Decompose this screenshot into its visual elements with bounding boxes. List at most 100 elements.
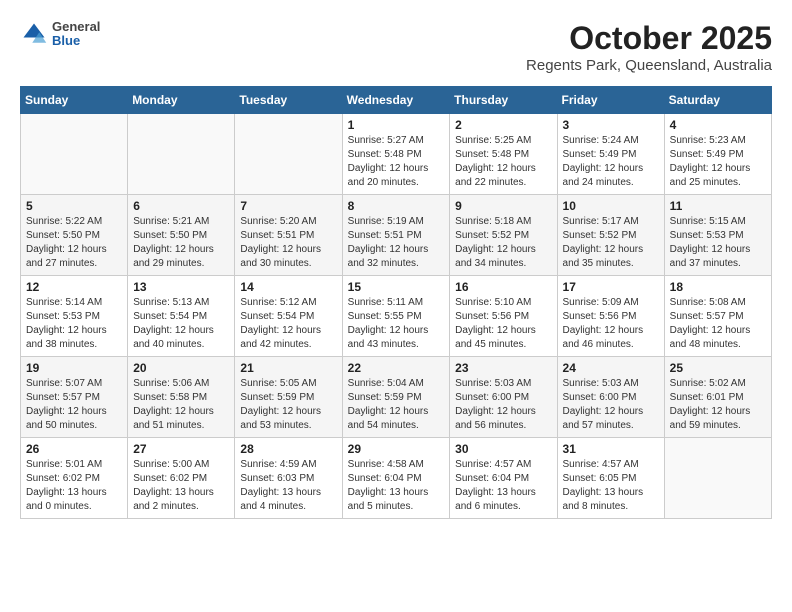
- day-info: Sunrise: 5:07 AM Sunset: 5:57 PM Dayligh…: [26, 377, 122, 433]
- calendar-title: October 2025: [526, 20, 772, 57]
- day-number: 26: [26, 442, 122, 456]
- calendar-week-4: 19 Sunrise: 5:07 AM Sunset: 5:57 PM Dayli…: [21, 357, 772, 438]
- day-info: Sunrise: 5:11 AM Sunset: 5:55 PM Dayligh…: [348, 296, 445, 352]
- calendar-cell: 22 Sunrise: 5:04 AM Sunset: 5:59 PM Dayli…: [342, 357, 450, 438]
- day-info: Sunrise: 5:05 AM Sunset: 5:59 PM Dayligh…: [240, 377, 336, 433]
- calendar-week-3: 12Sunrise: 5:14 AM Sunset: 5:53 PM Dayli…: [21, 276, 772, 357]
- day-number: 29: [348, 442, 445, 456]
- calendar-cell: 11Sunrise: 5:15 AM Sunset: 5:53 PM Dayli…: [664, 195, 771, 276]
- calendar-cell: 2 Sunrise: 5:25 AM Sunset: 5:48 PM Daylig…: [450, 114, 557, 195]
- day-number: 12: [26, 280, 122, 294]
- day-info: Sunrise: 5:10 AM Sunset: 5:56 PM Dayligh…: [455, 296, 551, 352]
- day-info: Sunrise: 5:04 AM Sunset: 5:59 PM Dayligh…: [348, 377, 445, 433]
- day-number: 7: [240, 199, 336, 213]
- calendar-cell: 1 Sunrise: 5:27 AM Sunset: 5:48 PM Daylig…: [342, 114, 450, 195]
- calendar-cell: 18 Sunrise: 5:08 AM Sunset: 5:57 PM Dayli…: [664, 276, 771, 357]
- day-number: 23: [455, 361, 551, 375]
- day-info: Sunrise: 5:09 AM Sunset: 5:56 PM Dayligh…: [563, 296, 659, 352]
- day-number: 15: [348, 280, 445, 294]
- day-info: Sunrise: 5:23 AM Sunset: 5:49 PM Dayligh…: [670, 134, 766, 190]
- day-number: 22: [348, 361, 445, 375]
- calendar-header-tuesday: Tuesday: [235, 87, 342, 114]
- calendar-cell: 26Sunrise: 5:01 AM Sunset: 6:02 PM Dayli…: [21, 438, 128, 519]
- calendar-table: SundayMondayTuesdayWednesdayThursdayFrid…: [20, 86, 772, 519]
- calendar-header-sunday: Sunday: [21, 87, 128, 114]
- day-number: 14: [240, 280, 336, 294]
- calendar-cell: 15 Sunrise: 5:11 AM Sunset: 5:55 PM Dayli…: [342, 276, 450, 357]
- day-number: 24: [563, 361, 659, 375]
- calendar-cell: 30 Sunrise: 4:57 AM Sunset: 6:04 PM Dayli…: [450, 438, 557, 519]
- day-info: Sunrise: 5:21 AM Sunset: 5:50 PM Dayligh…: [133, 215, 229, 271]
- day-info: Sunrise: 4:58 AM Sunset: 6:04 PM Dayligh…: [348, 458, 445, 514]
- calendar-header-row: SundayMondayTuesdayWednesdayThursdayFrid…: [21, 87, 772, 114]
- day-number: 18: [670, 280, 766, 294]
- day-info: Sunrise: 5:00 AM Sunset: 6:02 PM Dayligh…: [133, 458, 229, 514]
- calendar-cell: [235, 114, 342, 195]
- calendar-subtitle: Regents Park, Queensland, Australia: [526, 57, 772, 74]
- calendar-cell: [128, 114, 235, 195]
- calendar-cell: 29 Sunrise: 4:58 AM Sunset: 6:04 PM Dayli…: [342, 438, 450, 519]
- calendar-cell: 5Sunrise: 5:22 AM Sunset: 5:50 PM Daylig…: [21, 195, 128, 276]
- calendar-header-friday: Friday: [557, 87, 664, 114]
- day-number: 1: [348, 118, 445, 132]
- calendar-cell: 28Sunrise: 4:59 AM Sunset: 6:03 PM Dayli…: [235, 438, 342, 519]
- day-number: 3: [563, 118, 659, 132]
- day-info: Sunrise: 4:59 AM Sunset: 6:03 PM Dayligh…: [240, 458, 336, 514]
- day-number: 25: [670, 361, 766, 375]
- calendar-week-5: 26Sunrise: 5:01 AM Sunset: 6:02 PM Dayli…: [21, 438, 772, 519]
- calendar-cell: 27 Sunrise: 5:00 AM Sunset: 6:02 PM Dayli…: [128, 438, 235, 519]
- calendar-cell: [21, 114, 128, 195]
- day-number: 19: [26, 361, 122, 375]
- calendar-cell: 10Sunrise: 5:17 AM Sunset: 5:52 PM Dayli…: [557, 195, 664, 276]
- day-info: Sunrise: 5:18 AM Sunset: 5:52 PM Dayligh…: [455, 215, 551, 271]
- day-number: 4: [670, 118, 766, 132]
- day-number: 27: [133, 442, 229, 456]
- day-info: Sunrise: 4:57 AM Sunset: 6:05 PM Dayligh…: [563, 458, 659, 514]
- title-block: October 2025 Regents Park, Queensland, A…: [526, 20, 772, 74]
- logo-icon: [20, 20, 48, 48]
- calendar-cell: 24Sunrise: 5:03 AM Sunset: 6:00 PM Dayli…: [557, 357, 664, 438]
- day-number: 21: [240, 361, 336, 375]
- day-info: Sunrise: 5:17 AM Sunset: 5:52 PM Dayligh…: [563, 215, 659, 271]
- day-number: 2: [455, 118, 551, 132]
- day-number: 13: [133, 280, 229, 294]
- calendar-cell: 20 Sunrise: 5:06 AM Sunset: 5:58 PM Dayli…: [128, 357, 235, 438]
- logo: General Blue: [20, 20, 100, 49]
- day-number: 16: [455, 280, 551, 294]
- calendar-cell: 25Sunrise: 5:02 AM Sunset: 6:01 PM Dayli…: [664, 357, 771, 438]
- day-number: 17: [563, 280, 659, 294]
- calendar-cell: [664, 438, 771, 519]
- day-number: 30: [455, 442, 551, 456]
- calendar-cell: 12Sunrise: 5:14 AM Sunset: 5:53 PM Dayli…: [21, 276, 128, 357]
- day-info: Sunrise: 5:27 AM Sunset: 5:48 PM Dayligh…: [348, 134, 445, 190]
- calendar-cell: 7 Sunrise: 5:20 AM Sunset: 5:51 PM Daylig…: [235, 195, 342, 276]
- calendar-week-1: 1 Sunrise: 5:27 AM Sunset: 5:48 PM Daylig…: [21, 114, 772, 195]
- day-number: 20: [133, 361, 229, 375]
- logo-text: General Blue: [52, 20, 100, 49]
- calendar-header-saturday: Saturday: [664, 87, 771, 114]
- day-info: Sunrise: 5:15 AM Sunset: 5:53 PM Dayligh…: [670, 215, 766, 271]
- calendar-header-thursday: Thursday: [450, 87, 557, 114]
- day-info: Sunrise: 5:03 AM Sunset: 6:00 PM Dayligh…: [455, 377, 551, 433]
- day-info: Sunrise: 5:20 AM Sunset: 5:51 PM Dayligh…: [240, 215, 336, 271]
- day-info: Sunrise: 5:06 AM Sunset: 5:58 PM Dayligh…: [133, 377, 229, 433]
- logo-general-text: General: [52, 20, 100, 34]
- day-number: 31: [563, 442, 659, 456]
- day-number: 9: [455, 199, 551, 213]
- calendar-cell: 8Sunrise: 5:19 AM Sunset: 5:51 PM Daylig…: [342, 195, 450, 276]
- day-number: 5: [26, 199, 122, 213]
- calendar-cell: 21 Sunrise: 5:05 AM Sunset: 5:59 PM Dayli…: [235, 357, 342, 438]
- day-info: Sunrise: 5:08 AM Sunset: 5:57 PM Dayligh…: [670, 296, 766, 352]
- calendar-cell: 9 Sunrise: 5:18 AM Sunset: 5:52 PM Daylig…: [450, 195, 557, 276]
- calendar-week-2: 5Sunrise: 5:22 AM Sunset: 5:50 PM Daylig…: [21, 195, 772, 276]
- calendar-header-monday: Monday: [128, 87, 235, 114]
- day-info: Sunrise: 5:12 AM Sunset: 5:54 PM Dayligh…: [240, 296, 336, 352]
- calendar-cell: 14 Sunrise: 5:12 AM Sunset: 5:54 PM Dayli…: [235, 276, 342, 357]
- page-header: General Blue October 2025 Regents Park, …: [20, 20, 772, 74]
- day-info: Sunrise: 5:24 AM Sunset: 5:49 PM Dayligh…: [563, 134, 659, 190]
- calendar-cell: 4 Sunrise: 5:23 AM Sunset: 5:49 PM Daylig…: [664, 114, 771, 195]
- calendar-cell: 3 Sunrise: 5:24 AM Sunset: 5:49 PM Daylig…: [557, 114, 664, 195]
- calendar-cell: 19 Sunrise: 5:07 AM Sunset: 5:57 PM Dayli…: [21, 357, 128, 438]
- day-info: Sunrise: 5:25 AM Sunset: 5:48 PM Dayligh…: [455, 134, 551, 190]
- day-info: Sunrise: 4:57 AM Sunset: 6:04 PM Dayligh…: [455, 458, 551, 514]
